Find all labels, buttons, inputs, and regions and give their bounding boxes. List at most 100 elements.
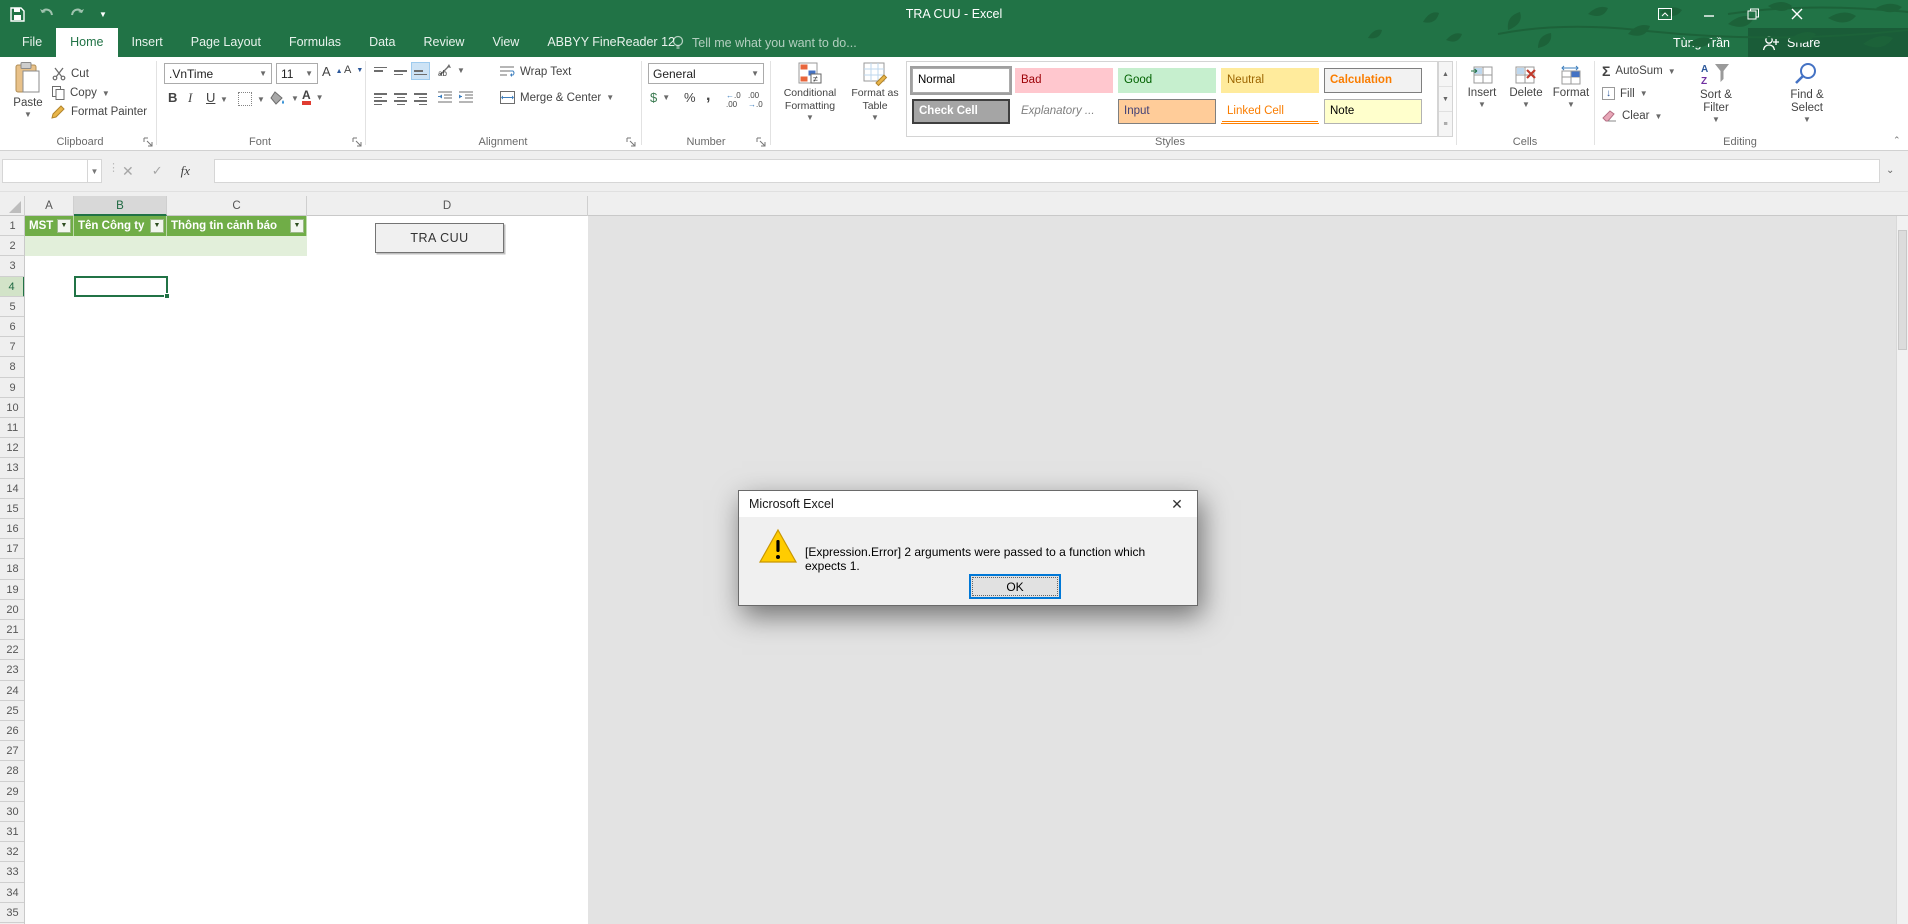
filter-dropdown-icon[interactable]: ▼ — [57, 219, 71, 233]
gallery-more-icon[interactable]: ≡ — [1439, 112, 1452, 136]
row-header-34[interactable]: 34 — [0, 883, 25, 903]
row-header-18[interactable]: 18 — [0, 559, 25, 579]
font-dialog-launcher-icon[interactable] — [352, 137, 363, 148]
row-header-10[interactable]: 10 — [0, 398, 25, 418]
cell-style-input[interactable]: Input — [1118, 99, 1216, 124]
formula-input[interactable] — [214, 159, 1880, 183]
sheet-cells-area[interactable] — [25, 216, 588, 924]
underline-dropdown-arrow[interactable]: ▼ — [220, 95, 228, 104]
tab-formulas[interactable]: Formulas — [275, 28, 355, 57]
number-dialog-launcher-icon[interactable] — [756, 137, 767, 148]
decrease-decimal-button[interactable]: .00→.0 — [748, 91, 763, 109]
row-header-28[interactable]: 28 — [0, 761, 25, 781]
increase-font-size-button[interactable]: A▲ — [322, 64, 343, 79]
gallery-scroll-down-icon[interactable]: ▼ — [1439, 87, 1452, 112]
row-header-26[interactable]: 26 — [0, 721, 25, 741]
fill-button[interactable]: ↓ Fill ▼ — [1602, 87, 1648, 100]
cell-style-bad[interactable]: Bad — [1015, 68, 1113, 93]
middle-align-icon[interactable] — [392, 63, 409, 79]
row-header-9[interactable]: 9 — [0, 378, 25, 398]
expand-formula-bar-icon[interactable]: ⌄ — [1886, 165, 1894, 176]
insert-function-icon[interactable]: fx — [181, 163, 190, 179]
row-header-3[interactable]: 3 — [0, 256, 25, 276]
tab-abbyy-finereader-12[interactable]: ABBYY FineReader 12 — [533, 28, 689, 57]
tab-data[interactable]: Data — [355, 28, 409, 57]
cell-style-check[interactable]: Check Cell — [912, 99, 1010, 124]
cut-button[interactable]: Cut — [52, 67, 89, 80]
tra-cuu-button[interactable]: TRA CUU — [375, 223, 504, 253]
row-header-13[interactable]: 13 — [0, 458, 25, 478]
conditional-formatting-button[interactable]: ≠ Conditional Formatting ▼ — [778, 62, 842, 122]
column-header-d[interactable]: D — [307, 196, 588, 216]
cancel-entry-icon[interactable]: ✕ — [122, 163, 134, 180]
row-header-1[interactable]: 1 — [0, 216, 25, 236]
row-header-32[interactable]: 32 — [0, 842, 25, 862]
name-box-dropdown-arrow[interactable]: ▼ — [88, 159, 102, 183]
increase-indent-icon[interactable] — [459, 91, 474, 104]
tab-review[interactable]: Review — [409, 28, 478, 57]
table-header-cell-thong-tin-canh-bao[interactable]: Thông tin cảnh báo ▼ — [167, 216, 307, 236]
filter-dropdown-icon[interactable]: ▼ — [150, 219, 164, 233]
row-header-23[interactable]: 23 — [0, 660, 25, 680]
table-header-cell-mst[interactable]: MST ▼ — [25, 216, 74, 236]
comma-style-button[interactable]: , — [706, 87, 710, 105]
row-header-2[interactable]: 2 — [0, 236, 25, 256]
row-header-6[interactable]: 6 — [0, 317, 25, 337]
dialog-title-bar[interactable]: Microsoft Excel ✕ — [739, 491, 1197, 517]
row-header-25[interactable]: 25 — [0, 701, 25, 721]
autosum-button[interactable]: Σ AutoSum ▼ — [1602, 63, 1676, 79]
number-format-combobox[interactable]: General ▼ — [648, 63, 764, 84]
row-header-11[interactable]: 11 — [0, 418, 25, 438]
table-banded-row[interactable] — [25, 236, 307, 256]
name-box[interactable] — [2, 159, 88, 183]
tab-insert[interactable]: Insert — [118, 28, 177, 57]
close-icon[interactable] — [1782, 3, 1812, 25]
row-header-16[interactable]: 16 — [0, 519, 25, 539]
delete-cells-button[interactable]: Delete ▼ — [1506, 64, 1546, 109]
bold-button[interactable]: B — [168, 90, 177, 105]
cell-style-note[interactable]: Note — [1324, 99, 1422, 124]
row-header-4[interactable]: 4 — [0, 277, 25, 297]
row-header-35[interactable]: 35 — [0, 903, 25, 923]
fill-handle[interactable] — [164, 293, 170, 299]
clipboard-dialog-launcher-icon[interactable] — [143, 137, 154, 148]
selected-cell-b4[interactable] — [74, 276, 168, 297]
tab-page-layout[interactable]: Page Layout — [177, 28, 275, 57]
column-header-b[interactable]: B — [74, 196, 167, 216]
wrap-text-button[interactable]: Wrap Text — [500, 65, 571, 78]
row-header-29[interactable]: 29 — [0, 782, 25, 802]
font-name-combobox[interactable]: .VnTime ▼ — [164, 63, 272, 84]
decrease-indent-icon[interactable] — [438, 91, 453, 104]
font-size-combobox[interactable]: 11 ▼ — [276, 63, 318, 84]
row-header-30[interactable]: 30 — [0, 802, 25, 822]
find-select-button[interactable]: Find & Select ▼ — [1780, 62, 1834, 124]
copy-button[interactable]: Copy ▼ — [52, 86, 110, 100]
format-painter-button[interactable]: Format Painter — [52, 105, 147, 119]
table-header-cell-ten-cong-ty[interactable]: Tên Công ty ▼ — [74, 216, 167, 236]
row-header-14[interactable]: 14 — [0, 479, 25, 499]
row-header-15[interactable]: 15 — [0, 499, 25, 519]
underline-button[interactable]: U — [206, 90, 215, 105]
cell-style-normal[interactable]: Normal — [912, 68, 1010, 93]
gallery-scroll-up-icon[interactable]: ▲ — [1439, 62, 1452, 87]
scrollbar-thumb[interactable] — [1898, 230, 1907, 350]
merge-center-button[interactable]: Merge & Center ▼ — [500, 91, 614, 104]
align-right-icon[interactable] — [412, 91, 429, 107]
filter-dropdown-icon[interactable]: ▼ — [290, 219, 304, 233]
align-center-icon[interactable] — [392, 91, 409, 107]
vertical-scrollbar[interactable] — [1896, 216, 1908, 924]
clear-button[interactable]: Clear ▼ — [1602, 110, 1662, 122]
share-button[interactable]: Share — [1748, 28, 1908, 57]
ok-button[interactable]: OK — [969, 574, 1061, 599]
row-header-21[interactable]: 21 — [0, 620, 25, 640]
row-header-17[interactable]: 17 — [0, 539, 25, 559]
restore-icon[interactable] — [1738, 3, 1768, 25]
minimize-icon[interactable] — [1694, 3, 1724, 25]
alignment-dialog-launcher-icon[interactable] — [626, 137, 637, 148]
row-header-8[interactable]: 8 — [0, 357, 25, 377]
tab-home[interactable]: Home — [56, 28, 117, 57]
fill-color-button[interactable]: ▼ — [270, 91, 299, 106]
row-header-33[interactable]: 33 — [0, 862, 25, 882]
row-header-5[interactable]: 5 — [0, 297, 25, 317]
ribbon-display-options-icon[interactable] — [1650, 3, 1680, 25]
